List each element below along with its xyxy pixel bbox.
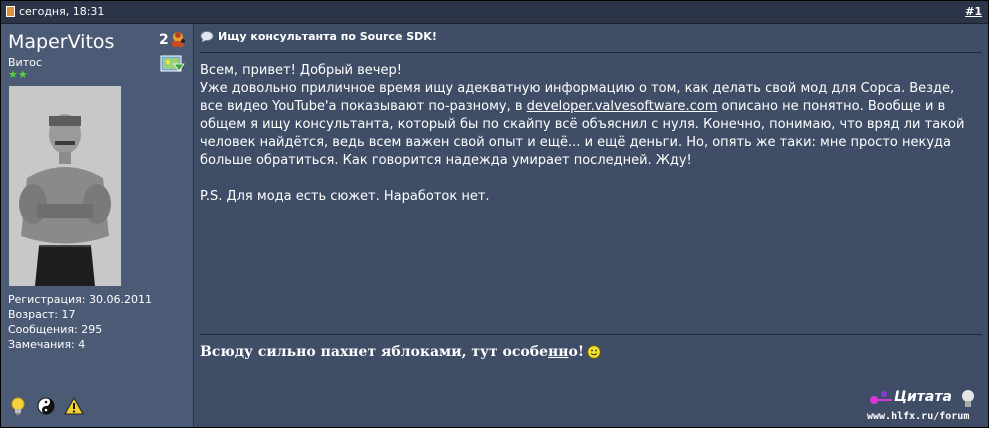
user-stats: Регистрация: 30.06.2011 Возраст: 17 Сооб… — [8, 292, 152, 352]
post-date: сегодня, 18:31 — [19, 5, 105, 18]
watermark-brand: Цитата — [894, 389, 952, 405]
signature-text-c: о! — [568, 344, 584, 360]
post-title: Ищу консультанта по Source SDK! — [200, 30, 437, 43]
user-action-icons — [8, 396, 87, 418]
message-ps: P.S. Для мода есть сюжет. Наработок нет. — [200, 189, 490, 204]
watermark-url: www.hlfx.ru/forum — [867, 411, 970, 422]
online-status-icon: 2 — [159, 32, 185, 48]
post-number-link[interactable]: #1 — [965, 5, 982, 18]
yin-yang-icon[interactable] — [36, 396, 56, 416]
post-body: Ищу консультанта по Source SDK! Всем, пр… — [194, 24, 988, 427]
post-message: Всем, привет! Добрый вечер! Уже довольно… — [200, 62, 980, 206]
speech-bubble-icon — [200, 31, 214, 42]
svg-text:2: 2 — [159, 32, 169, 48]
post-frame: сегодня, 18:31 #1 MaperVitos Витос ★★ 2 — [0, 0, 989, 428]
message-paragraph: Уже довольно приличное время ищу адекват… — [200, 80, 980, 170]
user-sidebar: MaperVitos Витос ★★ 2 Регистрация: 30.06… — [1, 24, 194, 427]
user-signature: Всюду сильно пахнет яблоками, тут особен… — [200, 344, 601, 360]
stat-registration: Регистрация: 30.06.2011 — [8, 293, 152, 306]
gallery-icon[interactable] — [160, 54, 186, 74]
signature-text-a: Всюду сильно пахнет яблоками, тут особе — [200, 344, 548, 360]
hlfx-watermark[interactable]: Цитата www.hlfx.ru/forum — [864, 386, 984, 426]
warning-icon[interactable] — [64, 396, 85, 416]
signature-divider — [200, 334, 982, 335]
post-title-text: Ищу консультанта по Source SDK! — [218, 30, 437, 43]
reputation-stars: ★★ — [8, 68, 28, 81]
stat-warnings: Замечания: 4 — [8, 338, 86, 351]
user-avatar[interactable] — [9, 86, 121, 286]
lightbulb-icon[interactable] — [8, 396, 28, 416]
username-link[interactable]: MaperVitos — [8, 31, 114, 53]
valve-developer-link[interactable]: developer.valvesoftware.com — [527, 99, 718, 114]
signature-text-b: нн — [547, 344, 569, 360]
smiley-icon — [587, 345, 601, 359]
post-header-bar: сегодня, 18:31 #1 — [1, 1, 988, 24]
title-divider — [200, 52, 982, 53]
message-greeting: Всем, привет! Добрый вечер! — [200, 63, 402, 78]
post-file-icon — [6, 6, 15, 17]
stat-messages: Сообщения: 295 — [8, 323, 103, 336]
stat-age: Возраст: 17 — [8, 308, 76, 321]
